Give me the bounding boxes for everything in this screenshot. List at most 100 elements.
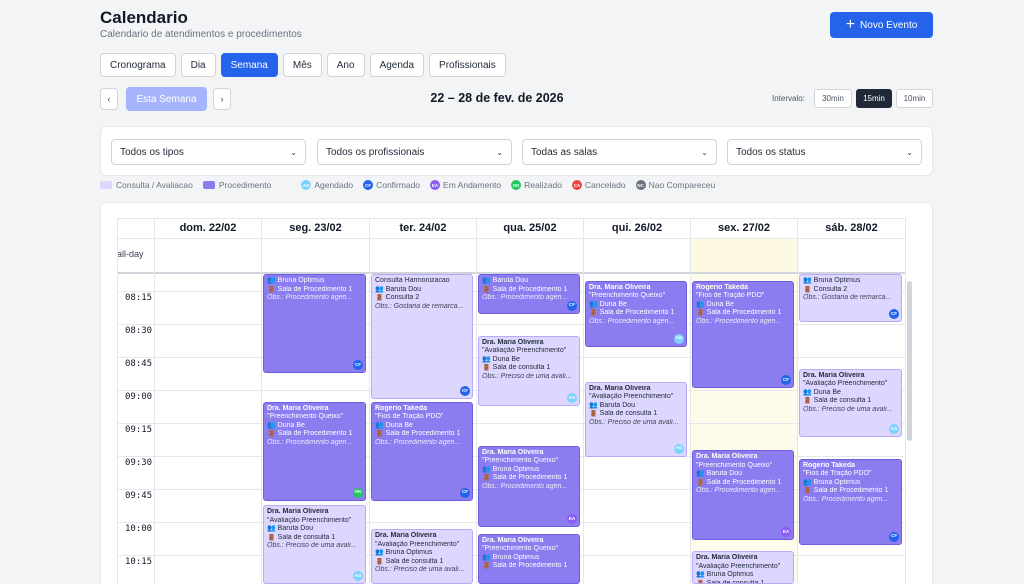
day-header-sex[interactable]: sex. 27/02 xyxy=(690,218,797,238)
event-card[interactable]: Dra. Maria Oliveira "Preenchimento Queixo… xyxy=(478,445,580,527)
event-card[interactable]: Consulta Harmonizacao 👥 Baruta Dou 🚪 Consu… xyxy=(371,274,473,400)
tab-profissionais[interactable]: Profissionais xyxy=(429,53,506,77)
calendar-scrollbar[interactable] xyxy=(907,281,912,441)
event-detail: Obs.: Procedimento agen... xyxy=(482,294,568,301)
event-status-badge: AG xyxy=(567,392,577,403)
event-detail: 👥 Baruta Dou xyxy=(696,470,743,477)
event-detail: "Preenchimento Queixo" xyxy=(589,292,666,300)
event-card[interactable]: Dra. Maria Oliveira "Preenchimento Queixo… xyxy=(692,450,794,541)
tab-agenda[interactable]: Agenda xyxy=(369,53,425,77)
event-detail: "Preenchimento Queixo" xyxy=(267,413,344,421)
event-professional: Dra. Maria Oliveira xyxy=(696,453,758,460)
event-detail: 🚪 Sala de Procedimento 1 xyxy=(482,285,568,293)
event-status-badge: EA xyxy=(781,527,791,538)
event-card[interactable]: Dra. Maria Oliveira "Preenchimento Queixo… xyxy=(585,280,687,347)
this-week-button[interactable]: Esta Semana xyxy=(126,87,207,111)
event-professional: Dra. Maria Oliveira xyxy=(696,554,758,562)
consulta-swatch xyxy=(100,181,112,189)
status-filter-select[interactable]: Todos os status ⌄ xyxy=(727,139,922,165)
event-detail: 🚪 Sala de Procedimento 1 xyxy=(696,309,782,317)
event-professional: Rogerio Takeda xyxy=(696,283,748,291)
status-ea-badge: EA xyxy=(430,180,441,190)
legend-item-confirmado: CF Confirmado xyxy=(363,180,421,190)
event-card[interactable]: Dra. Maria Oliveira "Avaliação Preenchime… xyxy=(585,381,687,457)
event-detail: Obs.: Preciso de uma avali... xyxy=(375,566,465,574)
event-detail: 👥 Duna Be xyxy=(803,388,841,396)
event-card[interactable]: Rogerio Takeda "Fios de Tração PDO" 👥 Duna… xyxy=(371,401,473,501)
event-detail: 👥 Baruta Dou xyxy=(589,401,636,409)
event-card[interactable]: Rogerio Takeda "Fios de Tração PDO" 👥 Brun… xyxy=(799,458,902,545)
event-card[interactable]: Rogerio Takeda "Fios de Tração PDO" 👥 Duna… xyxy=(692,280,794,389)
tab-mes[interactable]: Mês xyxy=(282,53,322,77)
interval-label: Intervalo: xyxy=(772,94,805,103)
event-status-badge: CF xyxy=(781,375,791,386)
event-detail: 👥 Bruna Optimus xyxy=(375,549,433,557)
event-detail: "Preenchimento Queixo" xyxy=(482,457,559,465)
type-filter-select[interactable]: Todos os tipos ⌄ xyxy=(111,139,306,165)
event-card[interactable]: 👥 Baruta Dou 🚪 Sala de Procedimento 1 Obs.… xyxy=(478,274,580,314)
day-header-sab[interactable]: sáb. 28/02 xyxy=(797,218,905,238)
tab-dia[interactable]: Dia xyxy=(180,53,216,77)
event-status-badge: AG xyxy=(353,571,363,581)
grid-line xyxy=(117,218,118,584)
event-card[interactable]: Dra. Maria Oliveira "Avaliação Preenchime… xyxy=(478,335,580,406)
event-card[interactable]: Dra. Maria Oliveira "Avaliação Preenchime… xyxy=(799,368,902,437)
event-detail: 👥 Duna Be xyxy=(482,355,520,363)
event-detail: 🚪 Sala de consulta 1 xyxy=(589,410,658,418)
day-header-dom[interactable]: dom. 22/02 xyxy=(154,218,261,238)
event-professional: Dra. Maria Oliveira xyxy=(482,536,544,544)
interval-10min-button[interactable]: 10min xyxy=(896,89,933,108)
legend: Consulta / Avaliacao Procedimento AG Agen… xyxy=(100,180,725,190)
next-week-button[interactable]: › xyxy=(213,88,231,110)
status-cf-badge: CF xyxy=(363,180,374,190)
event-detail: 🚪 Sala de consulta 1 xyxy=(696,579,765,584)
room-filter-select[interactable]: Todas as salas ⌄ xyxy=(522,139,717,165)
date-range-title: 22 – 28 de fev. de 2026 xyxy=(430,91,564,105)
event-detail: 🚪 Consulta 2 xyxy=(803,285,848,293)
event-detail: 🚪 Sala de Procedimento 1 xyxy=(589,309,675,317)
procedimento-swatch xyxy=(202,181,215,189)
tab-cronograma[interactable]: Cronograma xyxy=(100,53,176,77)
professional-filter-select[interactable]: Todos os profissionais ⌄ xyxy=(317,139,512,165)
day-header-qui[interactable]: qui. 26/02 xyxy=(583,218,690,238)
tab-semana[interactable]: Semana xyxy=(220,53,278,77)
new-event-button[interactable]: + Novo Evento xyxy=(830,12,933,38)
event-status-badge: CF xyxy=(460,487,470,498)
event-card[interactable]: 👥 Bruna Optimus 🚪 Consulta 2 Obs.: Gostari… xyxy=(799,274,902,323)
legend-item-procedimento: Procedimento xyxy=(202,180,271,190)
event-professional: Rogerio Takeda xyxy=(803,461,855,469)
room-filter-value: Todas as salas xyxy=(531,146,598,158)
event-detail: 👥 Bruna Optimus xyxy=(482,553,540,561)
event-card[interactable]: Dra. Maria Oliveira "Preenchimento Queixo… xyxy=(478,533,580,584)
new-event-label: Novo Evento xyxy=(860,19,918,31)
time-label: 09:30 xyxy=(125,458,153,468)
time-label: 08:30 xyxy=(125,326,153,336)
event-detail: "Preenchimento Queixo" xyxy=(482,545,559,553)
grid-line xyxy=(797,218,798,584)
event-professional: Dra. Maria Oliveira xyxy=(589,283,651,291)
day-header-ter[interactable]: ter. 24/02 xyxy=(369,218,476,238)
event-detail: Obs.: Procedimento agen... xyxy=(267,294,353,301)
event-detail: Obs.: Gostaria de remarca... xyxy=(803,294,892,301)
event-status-badge: AG xyxy=(674,333,684,344)
event-card[interactable]: Dra. Maria Oliveira "Avaliação Preenchime… xyxy=(692,551,794,584)
grid-line xyxy=(117,423,905,424)
event-card[interactable]: Dra. Maria Oliveira "Avaliação Preenchime… xyxy=(371,529,473,584)
event-detail: "Avaliação Preenchimento" xyxy=(696,562,781,570)
tab-ano[interactable]: Ano xyxy=(326,53,365,77)
event-card[interactable]: 👥 Bruna Optimus 🚪 Sala de Procedimento 1O… xyxy=(263,274,366,373)
view-tabs: Cronograma Dia Semana Mês Ano Agenda Pro… xyxy=(100,53,506,77)
day-header-seg[interactable]: seg. 23/02 xyxy=(261,218,369,238)
event-detail: 🚪 Sala de Procedimento 1 xyxy=(482,562,568,570)
event-professional: Dra. Maria Oliveira xyxy=(375,532,437,540)
event-detail: "Avaliação Preenchimento" xyxy=(803,380,888,388)
interval-30min-button[interactable]: 30min xyxy=(814,89,852,108)
time-label: 10:15 xyxy=(125,557,153,567)
day-header-qua[interactable]: qua. 25/02 xyxy=(476,218,583,238)
interval-15min-button[interactable]: 15min xyxy=(856,89,892,108)
event-card[interactable]: Dra. Maria Oliveira "Preenchimento Queixo… xyxy=(263,401,366,501)
prev-week-button[interactable]: ‹ xyxy=(100,88,118,110)
event-detail: "Avaliação Preenchimento" xyxy=(482,347,567,355)
event-detail: 👥 Baruta Dou xyxy=(267,525,314,532)
event-card[interactable]: Dra. Maria Oliveira "Avaliação Preenchime… xyxy=(263,505,366,584)
